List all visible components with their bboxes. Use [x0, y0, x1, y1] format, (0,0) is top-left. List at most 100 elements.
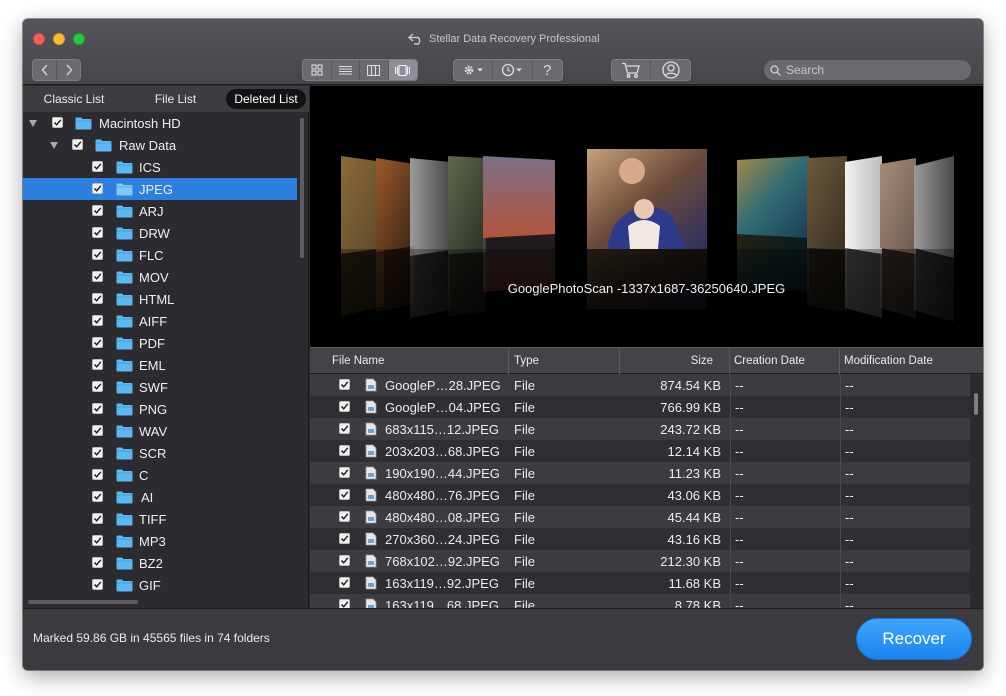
tree-checkbox[interactable] [92, 227, 103, 238]
row-checkbox[interactable] [339, 577, 350, 588]
tree-checkbox[interactable] [92, 205, 103, 216]
cover-flow-view-button[interactable] [388, 60, 417, 80]
tree-item-mov[interactable]: MOV [23, 266, 297, 288]
tree-checkbox[interactable] [92, 403, 103, 414]
tree-item-flc[interactable]: FLC [23, 244, 297, 266]
cover-image-8[interactable] [845, 156, 882, 254]
tab-file-list[interactable]: File List [125, 89, 226, 109]
cover-image-9[interactable] [880, 158, 916, 254]
tree-checkbox[interactable] [72, 139, 83, 150]
row-checkbox[interactable] [339, 489, 350, 500]
settings-button[interactable] [454, 60, 494, 80]
table-row[interactable]: 203x203…68.JPEG File 12.14 KB -- -- [310, 440, 970, 462]
tree-checkbox[interactable] [92, 579, 103, 590]
table-row[interactable]: 768x102…92.JPEG File 212.30 KB -- -- [310, 550, 970, 572]
table-row[interactable]: 190x190…44.JPEG File 11.23 KB -- -- [310, 462, 970, 484]
table-row[interactable]: 270x360…24.JPEG File 43.16 KB -- -- [310, 528, 970, 550]
disclosure-triangle-icon[interactable] [29, 120, 37, 127]
cover-image-6[interactable] [737, 156, 809, 238]
tree-horizontal-scrollbar[interactable] [28, 600, 138, 604]
tree-checkbox[interactable] [92, 183, 103, 194]
tree-item-png[interactable]: PNG [23, 398, 297, 420]
history-button[interactable] [493, 60, 533, 80]
icon-view-button[interactable] [303, 60, 332, 80]
tree-checkbox[interactable] [52, 117, 63, 128]
table-row[interactable]: 163x119…68.JPEG File 8.78 KB -- -- [310, 594, 970, 608]
table-row[interactable]: 163x119…92.JPEG File 11.68 KB -- -- [310, 572, 970, 594]
forward-button[interactable] [57, 60, 80, 80]
tree-item-raw-data[interactable]: Raw Data [23, 134, 297, 156]
tree-item-mp3[interactable]: MP3 [23, 530, 297, 552]
table-row[interactable]: GoogleP…04.JPEG File 766.99 KB -- -- [310, 396, 970, 418]
tree-item-arj[interactable]: ARJ [23, 200, 297, 222]
row-checkbox[interactable] [339, 423, 350, 434]
minimize-window-button[interactable] [53, 33, 65, 45]
tree-item-pdf[interactable]: PDF [23, 332, 297, 354]
row-checkbox[interactable] [339, 555, 350, 566]
tree-item-gif[interactable]: GIF [23, 574, 297, 596]
close-window-button[interactable] [33, 33, 45, 45]
recover-button[interactable]: Recover [856, 618, 972, 660]
cover-image-10[interactable] [914, 156, 954, 258]
column-header-modification-date[interactable]: Modification Date [840, 348, 983, 374]
tree-item-tiff[interactable]: TIFF [23, 508, 297, 530]
tab-deleted-list[interactable]: Deleted List [226, 89, 306, 109]
column-header-creation-date[interactable]: Creation Date [730, 348, 840, 374]
tree-checkbox[interactable] [92, 315, 103, 326]
tree-checkbox[interactable] [92, 381, 103, 392]
tree-checkbox[interactable] [92, 469, 103, 480]
tree-item-scr[interactable]: SCR [23, 442, 297, 464]
column-header-file-name[interactable]: File Name [310, 348, 509, 374]
table-vertical-scrollbar[interactable] [974, 393, 978, 415]
tree-checkbox[interactable] [92, 359, 103, 370]
tree-item-ics[interactable]: ICS [23, 156, 297, 178]
tree-item-eml[interactable]: EML [23, 354, 297, 376]
tree-checkbox[interactable] [92, 161, 103, 172]
cover-image-2[interactable] [376, 158, 414, 252]
disclosure-triangle-icon[interactable] [50, 142, 58, 149]
search-box[interactable] [764, 60, 971, 80]
tree-checkbox[interactable] [92, 337, 103, 348]
back-button[interactable] [33, 60, 57, 80]
column-header-size[interactable]: Size [620, 348, 730, 374]
cover-image-7[interactable] [807, 156, 847, 250]
tree-vertical-scrollbar[interactable] [300, 118, 304, 258]
tree-checkbox[interactable] [92, 491, 103, 502]
tree-item-bz2[interactable]: BZ2 [23, 552, 297, 574]
cart-button[interactable] [612, 60, 652, 80]
tree-item-html[interactable]: HTML [23, 288, 297, 310]
tree-checkbox[interactable] [92, 293, 103, 304]
table-row[interactable]: 683x115…12.JPEG File 243.72 KB -- -- [310, 418, 970, 440]
tree-checkbox[interactable] [92, 535, 103, 546]
tree-item-wav[interactable]: WAV [23, 420, 297, 442]
cover-image-4[interactable] [448, 156, 486, 254]
tree-item-macintosh-hd[interactable]: Macintosh HD [23, 112, 297, 134]
table-row[interactable]: 480x480…08.JPEG File 45.44 KB -- -- [310, 506, 970, 528]
tree-checkbox[interactable] [92, 513, 103, 524]
row-checkbox[interactable] [339, 379, 350, 390]
tree-item-ai[interactable]: AI [23, 486, 297, 508]
help-button[interactable]: ? [532, 60, 562, 80]
account-button[interactable] [651, 60, 690, 80]
zoom-window-button[interactable] [73, 33, 85, 45]
row-checkbox[interactable] [339, 599, 350, 608]
column-header-type[interactable]: Type [509, 348, 620, 374]
table-row[interactable]: 480x480…76.JPEG File 43.06 KB -- -- [310, 484, 970, 506]
cover-image-selected[interactable] [587, 149, 707, 249]
cover-image-5[interactable] [483, 156, 555, 238]
tree-item-jpeg[interactable]: JPEG [23, 178, 297, 200]
tree-checkbox[interactable] [92, 249, 103, 260]
tree-checkbox[interactable] [92, 447, 103, 458]
search-input[interactable] [786, 63, 956, 77]
row-checkbox[interactable] [339, 511, 350, 522]
row-checkbox[interactable] [339, 401, 350, 412]
row-checkbox[interactable] [339, 445, 350, 456]
tab-classic-list[interactable]: Classic List [23, 89, 125, 109]
row-checkbox[interactable] [339, 467, 350, 478]
tree-item-drw[interactable]: DRW [23, 222, 297, 244]
cover-image-3[interactable] [410, 158, 450, 256]
tree-item-aiff[interactable]: AIFF [23, 310, 297, 332]
tree-checkbox[interactable] [92, 425, 103, 436]
column-view-button[interactable] [360, 60, 389, 80]
tree-checkbox[interactable] [92, 557, 103, 568]
